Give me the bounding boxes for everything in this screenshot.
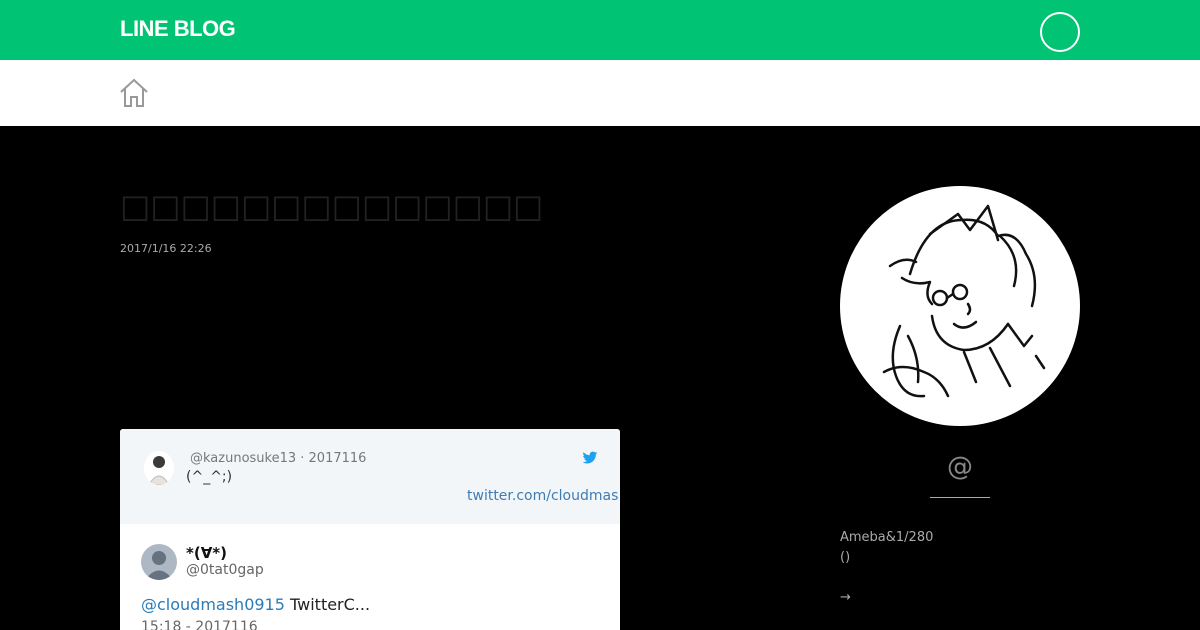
sidebar-at-label: @ bbox=[947, 452, 973, 482]
tweet-author-avatar[interactable] bbox=[141, 544, 177, 580]
tweet-author-name[interactable]: *(∀*) bbox=[186, 544, 227, 562]
sidebar-info-line-1: Ameba&1/280 bbox=[840, 530, 934, 545]
tweet-body: @cloudmash0915 TwitterC... bbox=[141, 595, 370, 614]
twitter-bird-icon[interactable] bbox=[582, 450, 598, 466]
article-title: □□□□□□□□□□□□□□ bbox=[120, 187, 544, 225]
tweet-author-handle[interactable]: @0tat0gap bbox=[186, 562, 264, 578]
sidebar-info-line-2: () bbox=[840, 550, 851, 565]
sidebar-more-arrow[interactable]: → bbox=[840, 590, 851, 605]
quoted-tweet-handle[interactable]: @kazunosuke13 · 2017116 bbox=[190, 451, 366, 466]
home-icon[interactable] bbox=[118, 78, 150, 108]
article-date: 2017/1/16 22:26 bbox=[120, 242, 212, 255]
blogger-profile-avatar[interactable] bbox=[840, 186, 1080, 426]
line-blog-logo[interactable]: LINE BLOG bbox=[120, 16, 236, 42]
quoted-tweet-link[interactable]: twitter.com/cloudmas bbox=[467, 488, 618, 504]
tweet-timestamp[interactable]: 15:18 - 2017116 bbox=[141, 619, 258, 630]
sketch-portrait-illustration bbox=[882, 204, 1046, 398]
quoted-tweet-header: @kazunosuke13 · 2017116 (^_^;) twitter.c… bbox=[120, 429, 620, 524]
top-bar: LINE BLOG bbox=[0, 0, 1200, 60]
breadcrumb-bar bbox=[0, 60, 1200, 126]
quoted-tweet-text: (^_^;) bbox=[186, 469, 233, 485]
sidebar-divider bbox=[930, 497, 990, 498]
tweet-body-text: TwitterC... bbox=[284, 595, 371, 614]
menu-button[interactable] bbox=[1040, 12, 1080, 52]
tweet-mention-link[interactable]: @cloudmash0915 bbox=[141, 595, 285, 614]
user-avatar-small[interactable] bbox=[144, 451, 174, 485]
embedded-tweet-card: @kazunosuke13 · 2017116 (^_^;) twitter.c… bbox=[120, 429, 620, 630]
